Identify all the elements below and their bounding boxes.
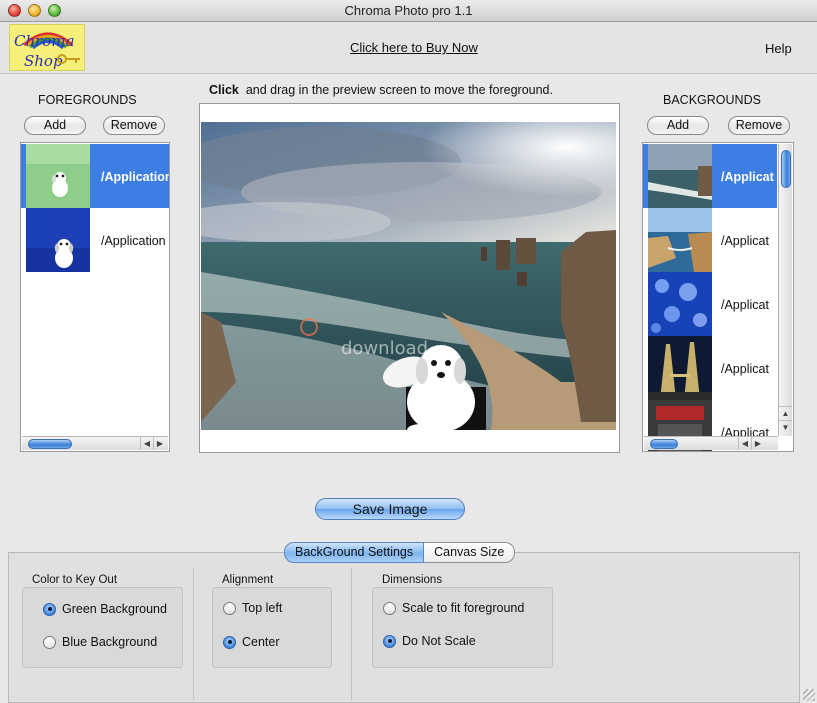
scale-to-fit-label: Scale to fit foreground: [402, 601, 525, 615]
foregrounds-list[interactable]: /Application /Application ◀ ▶: [20, 142, 170, 452]
center-radio[interactable]: [223, 635, 236, 649]
top-left-radio[interactable]: [223, 601, 236, 615]
foreground-path: /Application: [101, 234, 166, 248]
list-item[interactable]: /Applicat: [643, 208, 777, 272]
zoom-window-button[interactable]: [48, 4, 61, 17]
coast-waves-thumbnail: [648, 144, 712, 208]
foregrounds-title: FOREGROUNDS: [38, 93, 137, 107]
settings-tabs: BackGround Settings Canvas Size: [284, 542, 516, 563]
center-option[interactable]: Center: [223, 635, 280, 649]
group-divider: [193, 568, 194, 700]
green-background-radio[interactable]: [43, 602, 56, 616]
svg-text:Chroma: Chroma: [14, 32, 75, 50]
window-title: Chroma Photo pro 1.1: [344, 3, 473, 18]
scroll-left-arrow[interactable]: ◀: [738, 437, 751, 450]
scroll-down-arrow[interactable]: ▼: [779, 420, 792, 433]
tab-background-settings[interactable]: BackGround Settings: [284, 542, 425, 563]
twin-towers-night-thumbnail: [648, 336, 712, 400]
window-titlebar[interactable]: Chroma Photo pro 1.1: [0, 0, 817, 22]
svg-text:Shop: Shop: [24, 52, 63, 70]
backgrounds-horizontal-scrollbar[interactable]: ◀ ▶: [644, 436, 778, 450]
preview-canvas[interactable]: download: [201, 122, 616, 430]
scroll-thumb[interactable]: [650, 439, 678, 449]
scroll-left-arrow[interactable]: ◀: [140, 437, 153, 450]
background-path: /Applicat: [721, 298, 769, 312]
list-item[interactable]: /Applicat: [643, 144, 777, 208]
blue-background-dog-thumbnail: [26, 208, 90, 272]
top-left-option[interactable]: Top left: [223, 601, 282, 615]
dimensions-group: [372, 587, 553, 668]
center-label: Center: [242, 635, 280, 649]
scale-to-fit-option[interactable]: Scale to fit foreground: [383, 601, 524, 615]
blue-background-radio[interactable]: [43, 635, 56, 649]
green-background-dog-thumbnail: [26, 144, 90, 208]
help-menu[interactable]: Help: [765, 41, 792, 56]
color-key-title: Color to Key Out: [32, 574, 118, 586]
close-window-button[interactable]: [8, 4, 21, 17]
alignment-title: Alignment: [222, 574, 274, 586]
foreground-path: /Application: [101, 170, 170, 184]
background-path: /Applicat: [721, 362, 769, 376]
remove-background-button[interactable]: Remove: [728, 116, 790, 135]
scale-to-fit-radio[interactable]: [383, 601, 396, 615]
green-background-option[interactable]: Green Background: [43, 602, 167, 616]
list-item[interactable]: /Application: [21, 144, 169, 208]
list-item[interactable]: /Applicat: [643, 272, 777, 336]
scroll-thumb[interactable]: [28, 439, 72, 449]
foregrounds-horizontal-scrollbar[interactable]: ◀ ▶: [22, 436, 168, 450]
do-not-scale-label: Do Not Scale: [402, 634, 476, 648]
green-background-label: Green Background: [62, 602, 167, 616]
do-not-scale-option[interactable]: Do Not Scale: [383, 634, 476, 648]
remove-foreground-button[interactable]: Remove: [103, 116, 165, 135]
add-background-button[interactable]: Add: [647, 116, 709, 135]
color-key-group: [22, 587, 183, 668]
svg-text:download: download: [341, 338, 428, 359]
do-not-scale-radio[interactable]: [383, 634, 396, 648]
tab-canvas-size[interactable]: Canvas Size: [424, 542, 516, 563]
scroll-up-arrow[interactable]: ▲: [779, 406, 792, 419]
blue-background-label: Blue Background: [62, 635, 158, 649]
scroll-right-arrow[interactable]: ▶: [153, 437, 166, 450]
alignment-group: [212, 587, 332, 668]
minimize-window-button[interactable]: [28, 4, 41, 17]
preview-instructions: Click and drag in the preview screen to …: [209, 83, 553, 97]
background-path: /Applicat: [721, 170, 774, 184]
backgrounds-vertical-scrollbar[interactable]: ▲ ▼: [778, 144, 792, 436]
save-image-button[interactable]: Save Image: [315, 498, 465, 520]
backgrounds-title: BACKGROUNDS: [663, 93, 761, 107]
resize-grip[interactable]: [803, 689, 815, 701]
dimensions-title: Dimensions: [382, 574, 443, 586]
chroma-shop-logo: Chroma Shop: [9, 24, 85, 71]
scroll-thumb[interactable]: [781, 150, 791, 188]
top-left-label: Top left: [242, 601, 283, 615]
buy-now-link[interactable]: Click here to Buy Now: [350, 40, 478, 55]
blue-background-option[interactable]: Blue Background: [43, 635, 157, 649]
list-item[interactable]: /Application: [21, 208, 169, 272]
jellyfish-thumbnail: [648, 272, 712, 336]
background-path: /Applicat: [721, 234, 769, 248]
instructions-text: and drag in the preview screen to move t…: [245, 83, 553, 97]
backgrounds-list[interactable]: /Applicat /Applicat /Applicat /Applicat …: [642, 142, 794, 452]
list-item[interactable]: /Applicat: [643, 336, 777, 400]
add-foreground-button[interactable]: Add: [24, 116, 86, 135]
coastal-cliffs-thumbnail: [648, 208, 712, 272]
scroll-right-arrow[interactable]: ▶: [751, 437, 764, 450]
instructions-bold: Click: [209, 83, 239, 97]
group-divider: [351, 568, 352, 700]
